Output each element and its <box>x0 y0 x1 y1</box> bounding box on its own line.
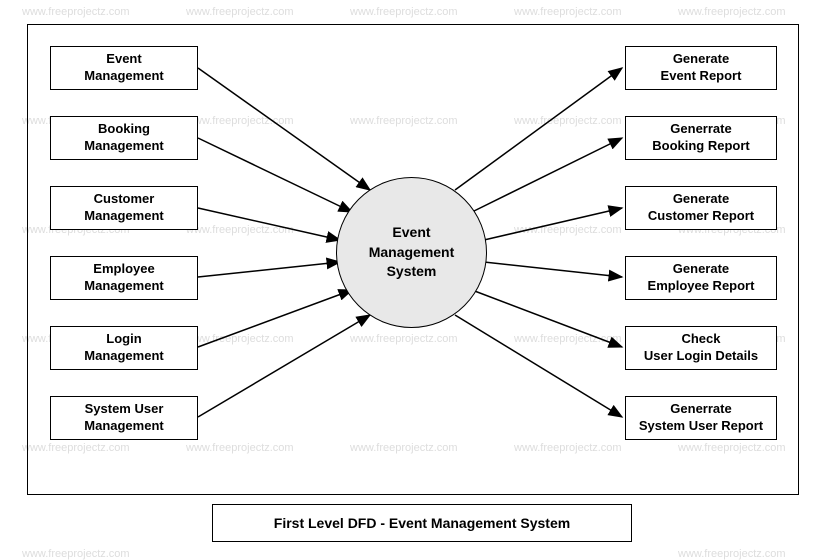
watermark: www.freeprojectz.com <box>186 6 294 18</box>
right-box-employee-report: GenerateEmployee Report <box>625 256 777 300</box>
watermark: www.freeprojectz.com <box>350 6 458 18</box>
left-box-customer-management: CustomerManagement <box>50 186 198 230</box>
right-box-customer-report: GenerateCustomer Report <box>625 186 777 230</box>
right-box-booking-report: GenerrateBooking Report <box>625 116 777 160</box>
watermark: www.freeprojectz.com <box>678 548 786 560</box>
watermark: www.freeprojectz.com <box>514 6 622 18</box>
center-process: EventManagementSystem <box>336 177 487 328</box>
right-box-event-report: GenerateEvent Report <box>625 46 777 90</box>
watermark: www.freeprojectz.com <box>22 548 130 560</box>
diagram-title: First Level DFD - Event Management Syste… <box>212 504 632 542</box>
left-box-system-user-management: System UserManagement <box>50 396 198 440</box>
right-box-system-user-report: GenerrateSystem User Report <box>625 396 777 440</box>
right-box-login-details: CheckUser Login Details <box>625 326 777 370</box>
left-box-booking-management: BookingManagement <box>50 116 198 160</box>
left-box-login-management: LoginManagement <box>50 326 198 370</box>
watermark: www.freeprojectz.com <box>678 6 786 18</box>
left-box-employee-management: EmployeeManagement <box>50 256 198 300</box>
left-box-event-management: EventManagement <box>50 46 198 90</box>
watermark: www.freeprojectz.com <box>22 6 130 18</box>
